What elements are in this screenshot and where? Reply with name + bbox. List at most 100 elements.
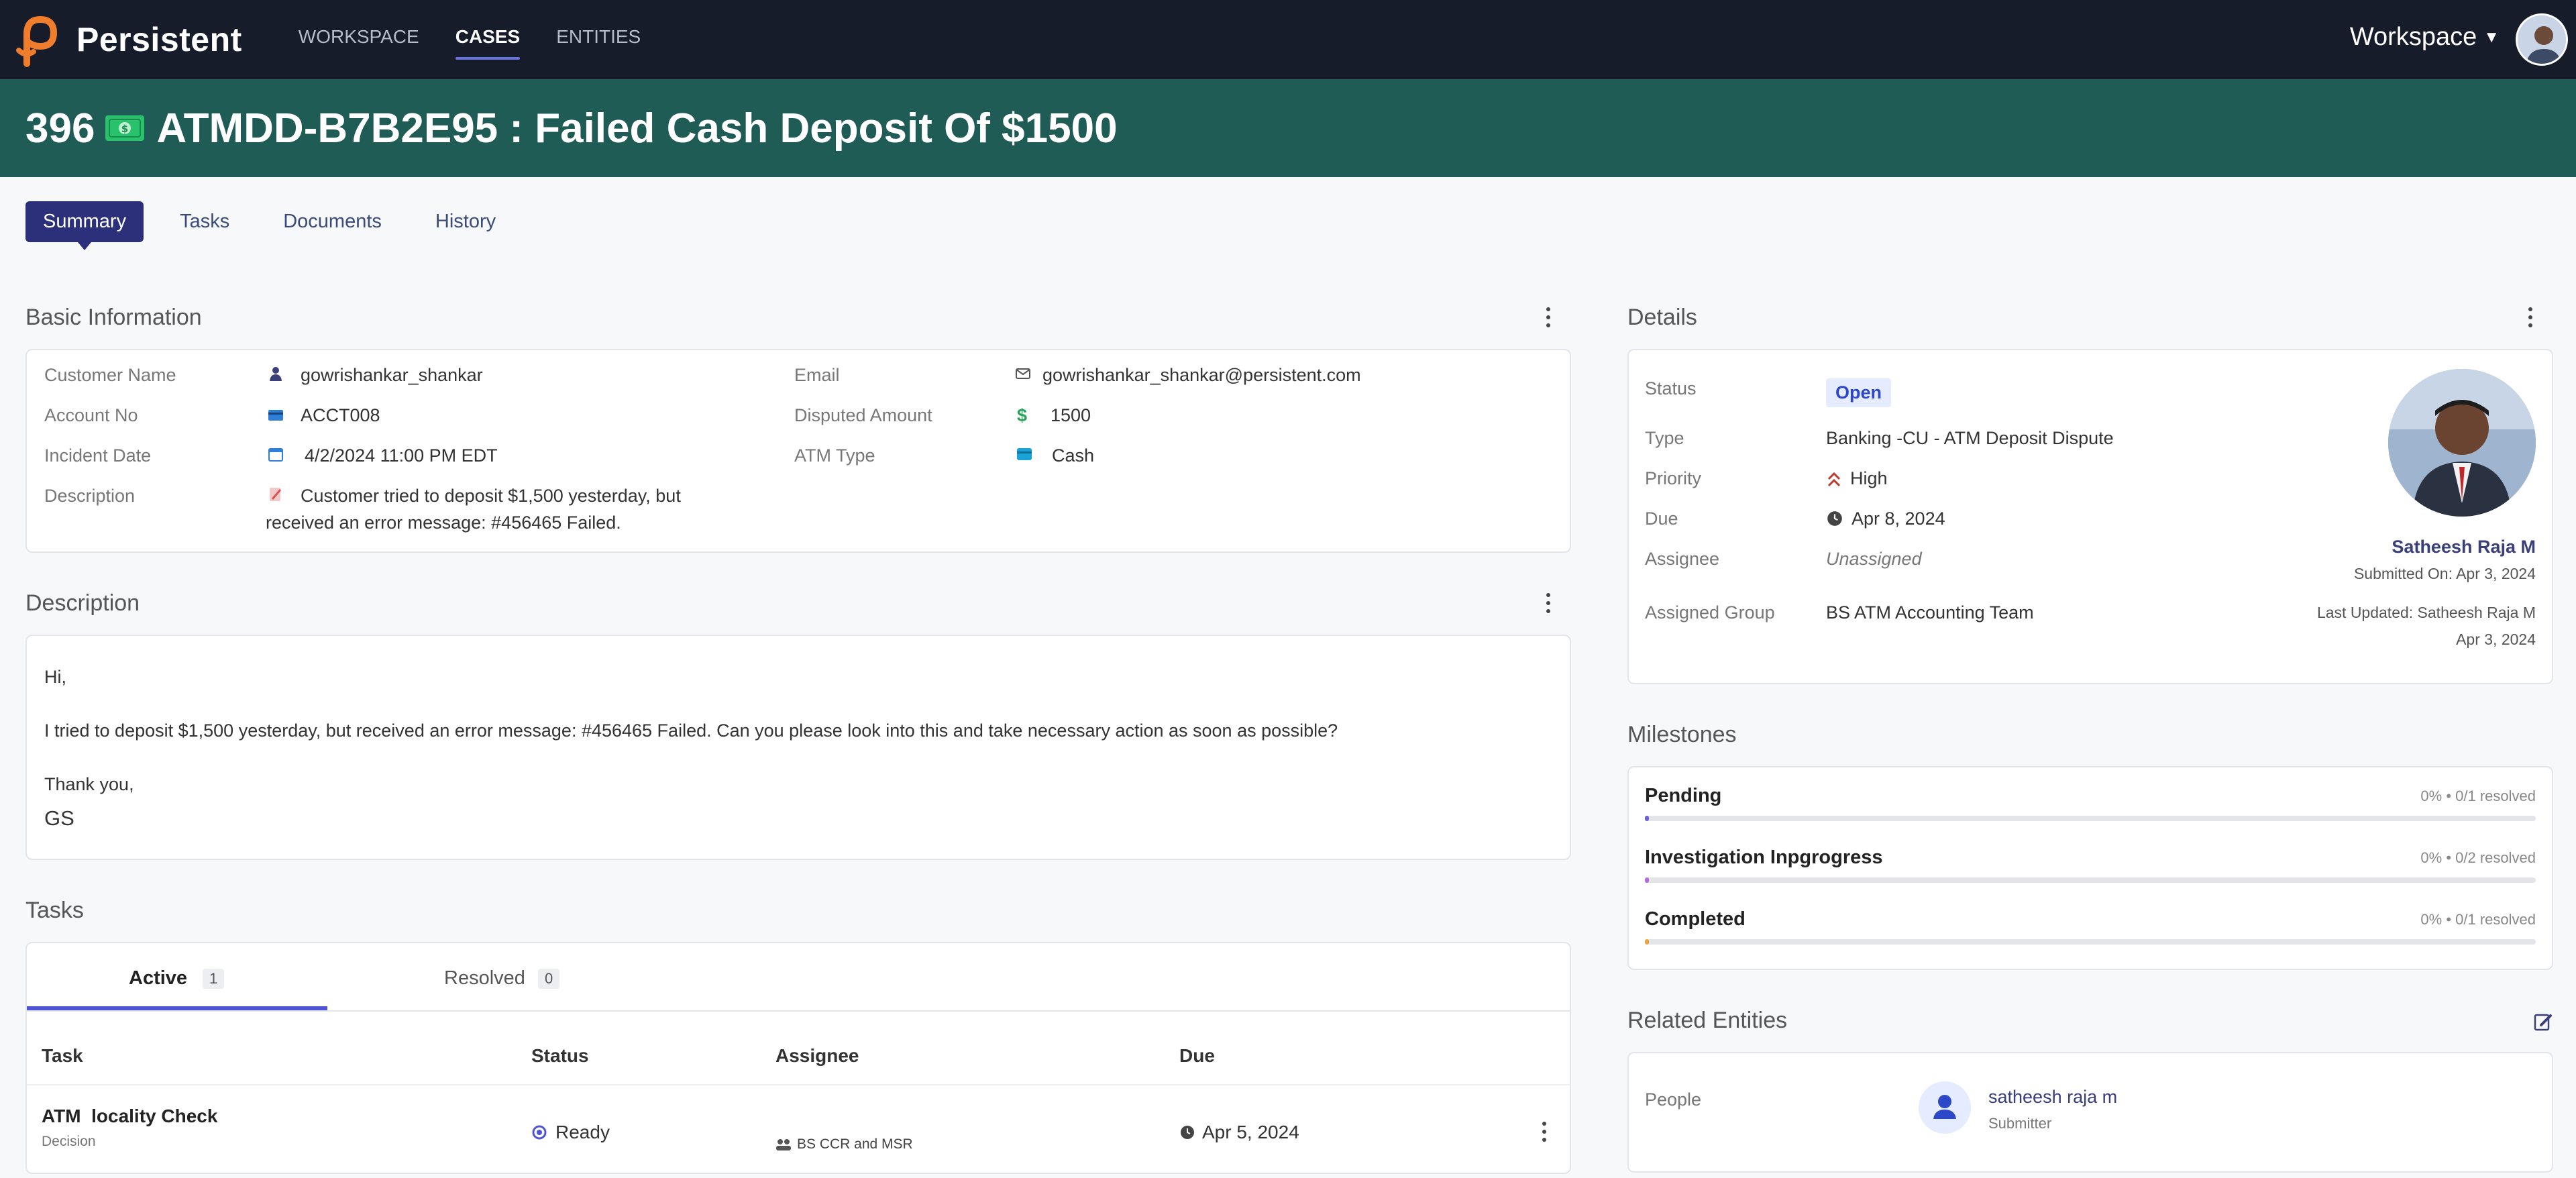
high-priority-icon bbox=[1827, 472, 1841, 487]
submitter-name[interactable]: Satheesh Raja M bbox=[2392, 537, 2536, 557]
description-signoff: Thank you, bbox=[44, 774, 134, 794]
milestones-card: Pending 0% • 0/1 resolved Investigation In… bbox=[1627, 766, 2553, 970]
tab-documents[interactable]: Documents bbox=[266, 201, 399, 242]
tasks-resolved-count: 0 bbox=[538, 969, 560, 989]
priority-value: High bbox=[1850, 468, 1888, 488]
related-entities-card: People satheesh raja m Submitter bbox=[1627, 1052, 2553, 1173]
workspace-label: Workspace bbox=[2349, 23, 2477, 51]
milestone-name: Pending bbox=[1645, 785, 1722, 806]
basic-info-menu-icon[interactable] bbox=[1544, 307, 1552, 327]
brand-logo[interactable]: Persistent bbox=[12, 10, 242, 69]
edit-icon[interactable] bbox=[2533, 1012, 2553, 1032]
assignee-label: Assignee bbox=[1645, 549, 1720, 569]
description-line-2: received an error message: #456465 Faile… bbox=[266, 513, 621, 533]
description-label: Description bbox=[44, 486, 136, 506]
description-title: Description bbox=[25, 590, 140, 616]
basic-info-title: Basic Information bbox=[25, 305, 202, 330]
account-label: Account No bbox=[44, 405, 138, 425]
disputed-amount-label: Disputed Amount bbox=[794, 405, 932, 425]
user-photo-icon bbox=[2518, 15, 2566, 64]
details-menu-icon[interactable] bbox=[2526, 307, 2534, 327]
assigned-group-value: BS ATM Accounting Team bbox=[1826, 602, 2034, 623]
tab-history[interactable]: History bbox=[418, 201, 513, 242]
assignee-value[interactable]: Unassigned bbox=[1826, 549, 1922, 570]
task-type: Decision bbox=[42, 1134, 96, 1149]
customer-name-label: Customer Name bbox=[44, 365, 176, 385]
tasks-tab-active-label: Active bbox=[129, 967, 188, 989]
milestone-progress-fill bbox=[1645, 877, 1649, 883]
user-avatar[interactable] bbox=[2516, 13, 2568, 66]
caret-down-icon: ▼ bbox=[2483, 28, 2500, 46]
tasks-title: Tasks bbox=[25, 898, 84, 923]
nav-workspace[interactable]: WORKSPACE bbox=[299, 26, 419, 53]
incident-date-label: Incident Date bbox=[44, 445, 152, 466]
dollar-icon: $ bbox=[1017, 405, 1028, 425]
milestone-name: Completed bbox=[1645, 908, 1746, 930]
milestone-item[interactable]: Investigation Inpgrogress 0% • 0/2 resolv… bbox=[1629, 847, 2552, 906]
person-avatar-icon bbox=[1933, 1095, 1956, 1119]
disputed-amount-value: 1500 bbox=[1051, 405, 1091, 425]
description-menu-icon[interactable] bbox=[1544, 593, 1552, 613]
mail-icon bbox=[1016, 368, 1030, 379]
cash-icon: $ bbox=[105, 115, 145, 141]
persistent-logo-icon bbox=[16, 15, 58, 67]
person-role: Submitter bbox=[1988, 1115, 2052, 1132]
nav-cases[interactable]: CASES bbox=[455, 26, 521, 60]
workspace-dropdown[interactable]: Workspace ▼ bbox=[2350, 23, 2500, 52]
calendar-icon bbox=[268, 448, 283, 462]
description-greeting: Hi, bbox=[44, 667, 66, 687]
task-row-menu-icon[interactable] bbox=[1540, 1122, 1548, 1142]
case-header: 396 $ ATMDD-B7B2E95 : Failed Cash Deposi… bbox=[0, 79, 2576, 177]
card-icon bbox=[268, 410, 283, 421]
case-tabs: Summary Tasks Documents History bbox=[25, 201, 513, 250]
note-icon bbox=[270, 488, 282, 501]
person-name[interactable]: satheesh raja m bbox=[1988, 1087, 2117, 1108]
ready-status-icon bbox=[532, 1125, 547, 1140]
nav-entities[interactable]: ENTITIES bbox=[556, 26, 641, 53]
task-name[interactable]: ATM locality Check bbox=[42, 1106, 217, 1127]
priority-label: Priority bbox=[1645, 468, 1702, 488]
tasks-tab-active[interactable]: Active 1 bbox=[27, 943, 327, 1010]
last-updated-date: Apr 3, 2024 bbox=[2456, 631, 2536, 648]
case-title: ATMDD-B7B2E95 : Failed Cash Deposit Of $… bbox=[156, 105, 1118, 152]
account-value: ACCT008 bbox=[301, 405, 380, 425]
person-icon bbox=[270, 367, 282, 381]
person-avatar bbox=[1919, 1081, 1971, 1134]
tasks-card: Active 1 Resolved 0 Task Status Assignee… bbox=[25, 942, 1571, 1174]
case-number: 396 bbox=[25, 105, 95, 152]
table-row[interactable]: ATM locality Check Decision Ready BS CCR… bbox=[27, 1085, 1570, 1174]
description-line-1: Customer tried to deposit $1,500 yesterd… bbox=[301, 486, 681, 506]
assigned-group-label: Assigned Group bbox=[1645, 602, 1775, 623]
tab-tasks[interactable]: Tasks bbox=[162, 201, 247, 242]
atm-type-value: Cash bbox=[1052, 445, 1095, 466]
milestone-progress-text: 0% • 0/2 resolved bbox=[2420, 849, 2536, 866]
milestone-progress-text: 0% • 0/1 resolved bbox=[2420, 788, 2536, 804]
related-entities-title: Related Entities bbox=[1627, 1008, 1788, 1033]
tasks-divider bbox=[27, 1010, 1570, 1012]
task-assignee: BS CCR and MSR bbox=[797, 1136, 913, 1152]
milestone-progress-bar bbox=[1645, 939, 2536, 945]
type-label: Type bbox=[1645, 428, 1684, 448]
incident-date-value: 4/2/2024 11:00 PM EDT bbox=[305, 445, 498, 466]
tab-summary[interactable]: Summary bbox=[25, 201, 144, 250]
due-value: Apr 8, 2024 bbox=[1851, 508, 1945, 529]
tasks-tab-resolved[interactable]: Resolved 0 bbox=[327, 943, 628, 1010]
milestone-item[interactable]: Completed 0% • 0/1 resolved bbox=[1629, 908, 2552, 967]
email-value[interactable]: gowrishankar_shankar@persistent.com bbox=[1042, 365, 1361, 386]
atm-card-icon bbox=[1017, 448, 1032, 460]
details-title: Details bbox=[1627, 305, 1697, 330]
task-status: Ready bbox=[555, 1122, 610, 1142]
milestone-progress-text: 0% • 0/1 resolved bbox=[2420, 911, 2536, 928]
submitted-on: Submitted On: Apr 3, 2024 bbox=[2353, 565, 2536, 582]
milestone-progress-bar bbox=[1645, 877, 2536, 883]
svg-text:$: $ bbox=[121, 123, 128, 135]
milestone-progress-bar bbox=[1645, 816, 2536, 821]
brand-name: Persistent bbox=[76, 21, 242, 58]
milestone-progress-fill bbox=[1645, 816, 1649, 821]
milestone-item[interactable]: Pending 0% • 0/1 resolved bbox=[1629, 785, 2552, 844]
milestones-title: Milestones bbox=[1627, 722, 1737, 747]
details-card: Status Open Type Banking -CU - ATM Depos… bbox=[1627, 349, 2553, 684]
people-label: People bbox=[1645, 1089, 1702, 1110]
tasks-active-count: 1 bbox=[203, 969, 225, 989]
customer-name-value: gowrishankar_shankar bbox=[301, 365, 483, 385]
